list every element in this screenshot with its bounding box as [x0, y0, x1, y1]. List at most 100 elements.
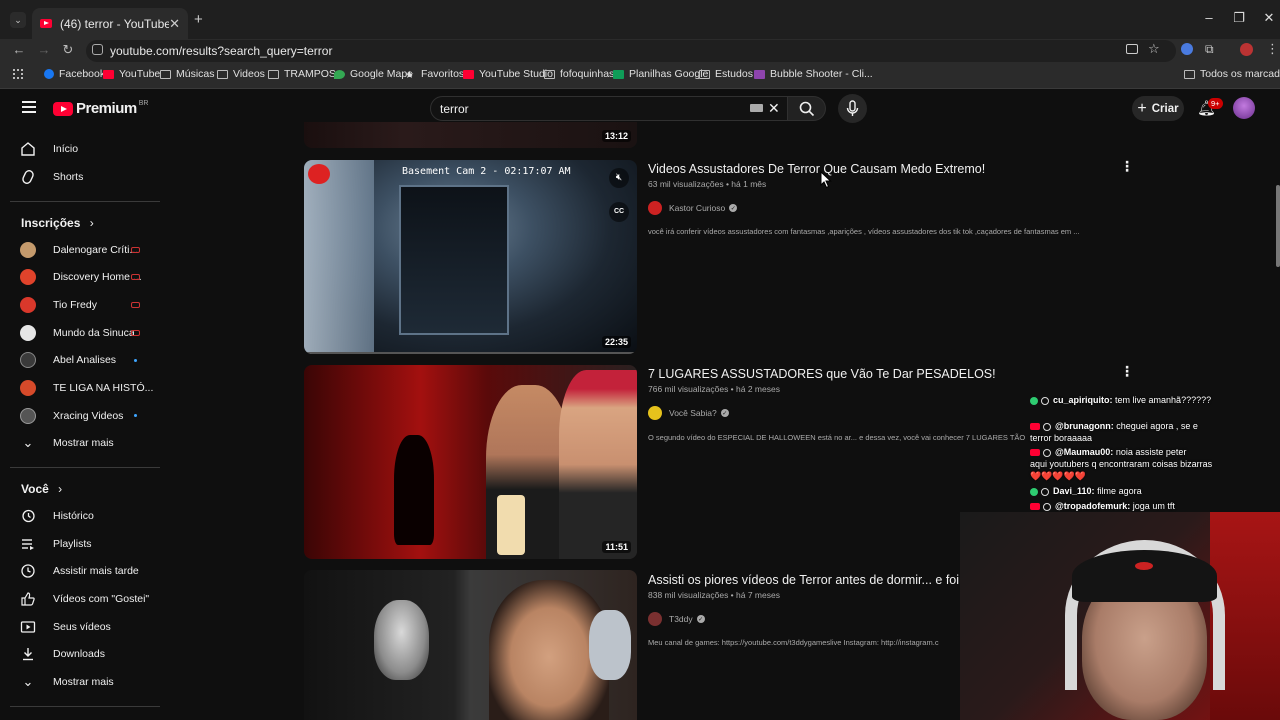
bookmark-trampos[interactable]: TRAMPOS — [268, 68, 336, 80]
profile-avatar-icon[interactable] — [1240, 43, 1253, 56]
video-channel[interactable]: Kastor Curioso ✓ — [648, 201, 738, 215]
site-info-icon[interactable] — [92, 44, 103, 55]
bookmark-youtube-studio[interactable]: YouTube Studio — [463, 68, 553, 80]
sidebar-item-label: Seus vídeos — [53, 621, 111, 633]
chat-message: @brunagonn: cheguei agora , se e terror b… — [1030, 420, 1220, 444]
home-icon — [20, 141, 36, 157]
bookmark-estudos[interactable]: Estudos — [699, 68, 753, 80]
chat-user: @Maumau00: — [1055, 447, 1114, 457]
video-channel[interactable]: T3ddy ✓ — [648, 612, 705, 626]
subscription-item[interactable]: Discovery Home ... — [20, 264, 142, 290]
subscription-item[interactable]: Mundo da Sinuca — [20, 320, 135, 346]
channel-avatar — [20, 352, 36, 368]
cast-icon[interactable] — [1126, 44, 1138, 54]
channel-avatar — [20, 242, 36, 258]
subscription-label: TE LIGA NA HISTÓ... — [53, 382, 154, 394]
live-indicator-icon — [131, 302, 140, 308]
verified-icon: ✓ — [720, 409, 729, 417]
video-channel[interactable]: Você Sabia? ✓ — [648, 406, 729, 420]
back-icon[interactable]: ← — [10, 42, 28, 57]
account-avatar[interactable] — [1233, 97, 1255, 119]
video-thumbnail-previous[interactable]: 13:12 — [304, 122, 637, 148]
search-input[interactable]: terror — [440, 102, 469, 116]
close-tab-icon[interactable]: ✕ — [169, 16, 180, 32]
video-thumbnail[interactable]: 11:51 — [304, 365, 637, 559]
bookmark-videos[interactable]: Videos — [217, 68, 265, 80]
extension-icon[interactable] — [1181, 43, 1193, 55]
youtube-badge-icon — [1030, 449, 1040, 457]
subscription-item[interactable]: Xracing Videos — [20, 403, 123, 429]
sidebar-item-downloads[interactable]: Downloads — [20, 641, 105, 667]
sidebar-item-playlists[interactable]: Playlists — [20, 531, 92, 557]
show-more-subscriptions[interactable]: ⌄ Mostrar mais — [20, 430, 114, 456]
video-thumbnail[interactable]: Basement Cam 2 - 02:17:07 AM 🔇︎ CC 22:35 — [304, 160, 637, 354]
restore-icon[interactable]: ❐ — [1224, 10, 1254, 26]
captions-button[interactable]: CC — [609, 202, 629, 222]
bookmark-planilhas[interactable]: Planilhas Google — [613, 68, 708, 80]
bookmark-favoritos[interactable]: ★ Favoritos — [405, 68, 464, 81]
all-bookmarks[interactable]: Todos os marcadores — [1184, 68, 1280, 80]
keyboard-icon[interactable] — [750, 104, 763, 112]
bookmark-google-maps[interactable]: Google Maps — [334, 68, 412, 80]
close-window-icon[interactable]: ✕ — [1254, 10, 1280, 26]
channel-avatar — [648, 201, 662, 215]
mute-button[interactable]: 🔇︎ — [609, 168, 629, 188]
extensions-puzzle-icon[interactable]: ⧉ — [1205, 42, 1214, 57]
clear-search-icon[interactable]: ✕ — [768, 100, 780, 117]
guide-menu-icon[interactable] — [22, 101, 36, 113]
forward-icon[interactable]: → — [35, 42, 53, 57]
thumbnail-image-shape — [589, 610, 631, 680]
subscription-item[interactable]: Tio Fredy — [20, 292, 97, 318]
show-more-you[interactable]: ⌄ Mostrar mais — [20, 669, 114, 695]
video-menu-icon[interactable]: ⋮ — [1120, 158, 1134, 175]
you-title: Você — [21, 482, 49, 496]
bookmark-bubble-shooter[interactable]: Bubble Shooter - Cli... — [754, 68, 873, 80]
bookmark-star-icon[interactable]: ☆ — [1148, 41, 1160, 57]
download-icon — [20, 646, 36, 662]
reload-icon[interactable]: ↻ — [59, 42, 77, 58]
mouse-cursor-icon — [820, 171, 832, 189]
bookmark-facebook[interactable]: Facebook — [44, 68, 105, 80]
video-title[interactable]: Assisti os piores vídeos de Terror antes… — [648, 573, 966, 587]
bookmark-label: Google Maps — [350, 68, 413, 80]
youtube-premium-logo[interactable]: Premium BR — [53, 100, 148, 117]
minimize-icon[interactable]: – — [1194, 10, 1224, 25]
subscription-item[interactable]: Abel Analises — [20, 347, 116, 373]
sidebar-item-your-videos[interactable]: Seus vídeos — [20, 614, 111, 640]
you-heading[interactable]: Você › — [21, 482, 62, 496]
video-title[interactable]: 7 LUGARES ASSUSTADORES que Vão Te Dar PE… — [648, 367, 996, 381]
duration-badge: 11:51 — [602, 541, 631, 553]
video-title[interactable]: Videos Assustadores De Terror Que Causam… — [648, 162, 985, 176]
bookmark-fofoquinhas[interactable]: fofoquinhas — [544, 68, 614, 80]
sidebar-item-shorts[interactable]: Shorts — [20, 164, 83, 190]
channel-name: Kastor Curioso — [669, 203, 726, 213]
chat-text: tem live amanhã?????? — [1115, 395, 1212, 405]
cam-overlay-text: Basement Cam 2 - 02:17:07 AM — [402, 166, 571, 177]
sidebar-item-historico[interactable]: Histórico — [20, 503, 94, 529]
subscriptions-heading[interactable]: Inscrições › — [21, 216, 94, 230]
sidebar-item-watch-later[interactable]: Assistir mais tarde — [20, 558, 139, 584]
user-icon — [1043, 502, 1051, 511]
subscription-item[interactable]: Dalenogare Críti... — [20, 237, 138, 263]
video-menu-icon[interactable]: ⋮ — [1120, 363, 1134, 380]
bookmark-youtube[interactable]: YouTube — [103, 68, 160, 80]
search-box[interactable] — [430, 96, 788, 121]
url-text[interactable]: youtube.com/results?search_query=terror — [110, 44, 332, 58]
voice-search-button[interactable] — [838, 94, 867, 123]
apps-grid-icon[interactable] — [13, 69, 23, 79]
sidebar-item-inicio[interactable]: Início — [20, 136, 78, 162]
video-thumbnail[interactable] — [304, 570, 637, 720]
bookmark-musicas[interactable]: Músicas — [160, 68, 215, 80]
sidebar-item-label: Início — [53, 143, 79, 155]
create-button[interactable]: + Criar — [1132, 96, 1184, 121]
page-scrollbar-thumb[interactable] — [1276, 185, 1280, 267]
browser-menu-icon[interactable]: ⋮ — [1266, 41, 1279, 57]
subscription-item[interactable]: TE LIGA NA HISTÓ... — [20, 375, 153, 401]
browser-tab[interactable]: (46) terror - YouTube ✕ — [32, 8, 188, 39]
show-more-label: Mostrar mais — [53, 676, 114, 688]
search-button[interactable] — [788, 96, 826, 121]
sidebar-item-label: Downloads — [53, 648, 105, 660]
sidebar-item-liked-videos[interactable]: Vídeos com "Gostei" — [20, 586, 149, 612]
new-tab-icon[interactable]: + — [194, 11, 203, 28]
tab-search-icon[interactable]: ⌄ — [10, 12, 26, 28]
